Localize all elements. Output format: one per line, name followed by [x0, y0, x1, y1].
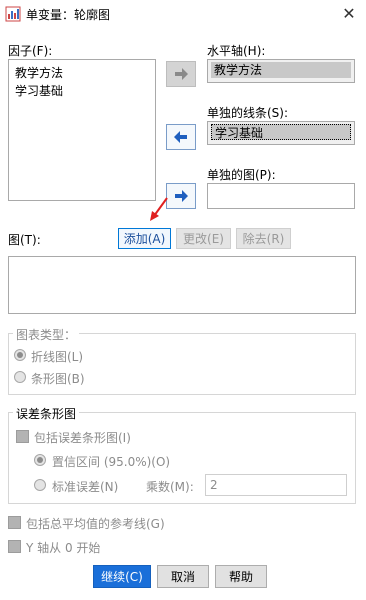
chart-type-title: 图表类型： — [13, 326, 80, 343]
plots-list[interactable] — [8, 256, 356, 314]
grand-mean-line-label: 包括总平均值的参考线(G) — [26, 517, 165, 531]
y-axis-from-zero-label: Y 轴从 0 开始 — [26, 541, 101, 555]
y-axis-from-zero-checkbox[interactable] — [8, 540, 21, 553]
continue-button[interactable]: 继续(C) — [93, 565, 151, 588]
right-arrow-icon — [175, 190, 188, 202]
separate-lines-label: 单独的线条(S): — [207, 106, 289, 120]
add-button[interactable]: 添加(A) — [118, 228, 171, 249]
separate-lines-value: 学习基础 — [211, 124, 351, 140]
bar-chart-radio[interactable] — [14, 371, 26, 383]
window-title: 单变量：轮廓图 — [26, 8, 111, 22]
app-icon — [5, 6, 21, 22]
separate-plots-label: 单独的图(P): — [207, 168, 276, 182]
move-back-button[interactable] — [166, 124, 196, 150]
cancel-button[interactable]: 取消 — [157, 565, 209, 588]
standard-error-label: 标准误差(N) — [52, 480, 119, 494]
horizontal-axis-label: 水平轴(H): — [207, 44, 266, 58]
multiplier-label: 乘数(M): — [146, 480, 194, 494]
annotation-arrow-icon — [150, 197, 168, 221]
move-to-horizontal-button[interactable] — [166, 61, 196, 87]
help-button[interactable]: 帮助 — [215, 565, 267, 588]
grand-mean-line-checkbox[interactable] — [8, 516, 21, 529]
line-chart-radio[interactable] — [14, 349, 26, 361]
plots-label: 图(T): — [8, 233, 41, 247]
error-bars-title: 误差条形图 — [13, 405, 80, 422]
factor-item[interactable]: 教学方法 — [9, 64, 155, 82]
separate-lines-field[interactable]: 学习基础 — [207, 121, 355, 145]
include-error-bars-checkbox[interactable] — [16, 430, 29, 443]
standard-error-radio[interactable] — [34, 479, 46, 491]
horizontal-axis-field[interactable]: 教学方法 — [207, 59, 355, 83]
factors-label: 因子(F): — [8, 44, 53, 58]
horizontal-axis-value: 教学方法 — [211, 62, 351, 78]
multiplier-input[interactable]: 2 — [205, 474, 347, 496]
remove-button[interactable]: 除去(R) — [236, 228, 291, 249]
bar-chart-label: 条形图(B) — [31, 372, 85, 386]
factor-item[interactable]: 学习基础 — [9, 82, 155, 100]
close-icon[interactable]: ✕ — [338, 3, 360, 25]
line-chart-label: 折线图(L) — [31, 350, 84, 364]
separate-plots-field[interactable] — [207, 183, 355, 209]
separate-plots-value — [211, 186, 351, 202]
right-arrow-icon — [175, 68, 188, 80]
left-arrow-icon — [174, 131, 187, 143]
confidence-interval-label: 置信区间 (95.0%)(O) — [52, 455, 171, 469]
change-button[interactable]: 更改(E) — [176, 228, 231, 249]
move-to-plots-button[interactable] — [166, 183, 196, 209]
factors-list[interactable]: 教学方法 学习基础 — [8, 59, 156, 201]
confidence-interval-radio[interactable] — [34, 454, 46, 466]
include-error-bars-label: 包括误差条形图(I) — [34, 431, 131, 445]
